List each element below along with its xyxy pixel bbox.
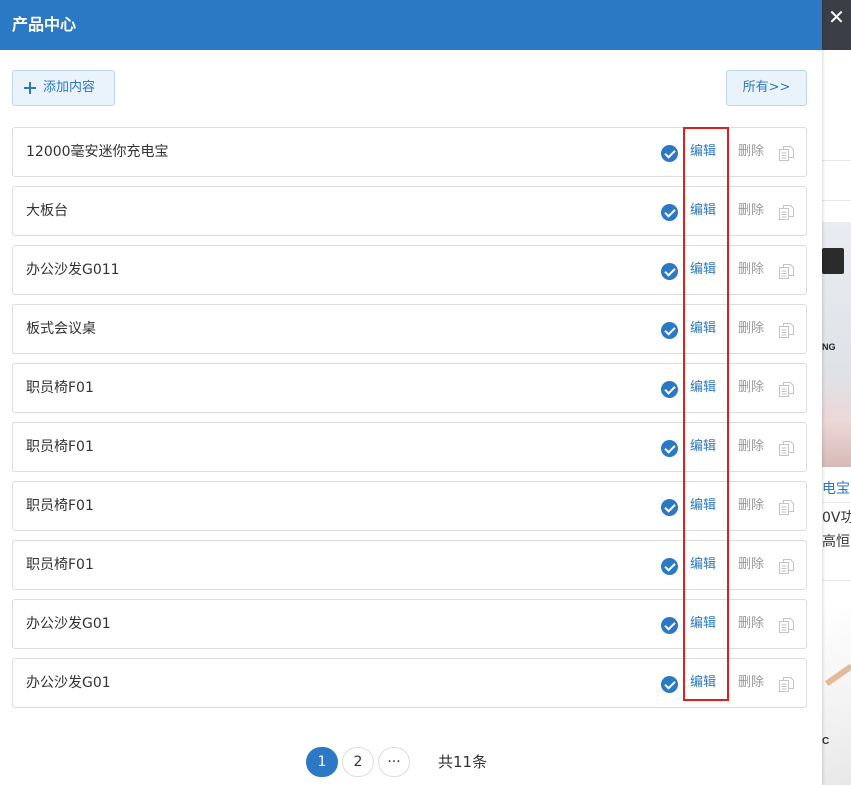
background-divider — [822, 502, 851, 503]
delete-link[interactable]: 删除 — [738, 482, 764, 530]
copy-icon[interactable] — [778, 617, 795, 634]
content-list: 12000毫安迷你充电宝 编辑 删除 大板台 编辑 删除 办公沙发G011 编辑 删除 板式会议桌… — [12, 127, 807, 717]
check-circle-icon — [661, 204, 678, 221]
page-ellipsis-button[interactable]: ··· — [378, 747, 410, 777]
copy-icon[interactable] — [778, 263, 795, 280]
delete-link[interactable]: 删除 — [738, 246, 764, 294]
background-product-image: C — [822, 604, 851, 785]
check-circle-icon — [661, 676, 678, 693]
list-item: 办公沙发G01 编辑 删除 — [12, 658, 807, 708]
list-item-title: 职员椅F01 — [26, 498, 94, 514]
check-circle-icon — [661, 263, 678, 280]
list-item-title: 职员椅F01 — [26, 439, 94, 455]
delete-link[interactable]: 删除 — [738, 187, 764, 235]
edit-link[interactable]: 编辑 — [690, 246, 716, 294]
background-page: ✕ NG 电宝 0V功 高恒 C — [822, 0, 851, 785]
check-circle-icon — [661, 499, 678, 516]
copy-icon[interactable] — [778, 381, 795, 398]
check-circle-icon — [661, 558, 678, 575]
page-button[interactable]: 2 — [342, 747, 374, 777]
add-content-label: 添加内容 — [43, 80, 96, 95]
list-item-title: 办公沙发G01 — [26, 675, 111, 691]
edit-link[interactable]: 编辑 — [690, 541, 716, 589]
list-item: 板式会议桌 编辑 删除 — [12, 304, 807, 354]
product-center-dialog: 产品中心 添加内容 所有>> 12000毫安迷你充电宝 编辑 删除 大板台 编辑 删除 办公… — [0, 0, 822, 785]
delete-link[interactable]: 删除 — [738, 541, 764, 589]
edit-link[interactable]: 编辑 — [690, 364, 716, 412]
product-cable-shape — [824, 663, 851, 687]
copy-icon[interactable] — [778, 499, 795, 516]
edit-link[interactable]: 编辑 — [690, 305, 716, 353]
check-circle-icon — [661, 440, 678, 457]
edit-link[interactable]: 编辑 — [690, 187, 716, 235]
list-item: 职员椅F01 编辑 删除 — [12, 481, 807, 531]
page-button[interactable]: 1 — [306, 747, 338, 777]
background-product-desc: 高恒 — [822, 534, 850, 550]
check-circle-icon — [661, 322, 678, 339]
dialog-header: 产品中心 — [0, 0, 822, 50]
list-item: 办公沙发G011 编辑 删除 — [12, 245, 807, 295]
check-circle-icon — [661, 617, 678, 634]
background-product-title[interactable]: 电宝 — [822, 478, 850, 498]
edit-link[interactable]: 编辑 — [690, 482, 716, 530]
check-circle-icon — [661, 381, 678, 398]
copy-icon[interactable] — [778, 322, 795, 339]
background-divider — [822, 580, 851, 581]
background-product-image: NG — [822, 222, 851, 467]
check-circle-icon — [661, 145, 678, 162]
copy-icon[interactable] — [778, 676, 795, 693]
list-item: 职员椅F01 编辑 删除 — [12, 540, 807, 590]
copy-icon[interactable] — [778, 204, 795, 221]
list-item: 12000毫安迷你充电宝 编辑 删除 — [12, 127, 807, 177]
list-item-title: 12000毫安迷你充电宝 — [26, 144, 169, 160]
dialog-title: 产品中心 — [12, 15, 77, 34]
background-divider — [822, 160, 851, 161]
delete-link[interactable]: 删除 — [738, 659, 764, 707]
total-count: 共11条 — [438, 753, 488, 771]
delete-link[interactable]: 删除 — [738, 423, 764, 471]
list-item-title: 板式会议桌 — [26, 321, 96, 337]
copy-icon[interactable] — [778, 145, 795, 162]
list-item-title: 办公沙发G01 — [26, 616, 111, 632]
list-item-title: 办公沙发G011 — [26, 262, 120, 278]
list-item: 职员椅F01 编辑 删除 — [12, 363, 807, 413]
delete-link[interactable]: 删除 — [738, 364, 764, 412]
product-brand-text: NG — [822, 342, 836, 352]
edit-link[interactable]: 编辑 — [690, 659, 716, 707]
copy-icon[interactable] — [778, 558, 795, 575]
edit-link[interactable]: 编辑 — [690, 600, 716, 648]
delete-link[interactable]: 删除 — [738, 600, 764, 648]
product-box-label: C — [822, 736, 830, 747]
list-item: 办公沙发G01 编辑 删除 — [12, 599, 807, 649]
close-icon[interactable]: ✕ — [822, 2, 851, 32]
add-content-button[interactable]: 添加内容 — [12, 70, 115, 106]
plus-icon — [24, 82, 36, 94]
edit-link[interactable]: 编辑 — [690, 423, 716, 471]
background-divider — [822, 200, 851, 201]
list-item-title: 职员椅F01 — [26, 380, 94, 396]
view-all-button[interactable]: 所有>> — [726, 70, 807, 106]
list-item-title: 大板台 — [26, 203, 68, 219]
list-item-title: 职员椅F01 — [26, 557, 94, 573]
product-screen-shape — [822, 248, 844, 274]
list-item: 大板台 编辑 删除 — [12, 186, 807, 236]
list-item: 职员椅F01 编辑 删除 — [12, 422, 807, 472]
delete-link[interactable]: 删除 — [738, 128, 764, 176]
edit-link[interactable]: 编辑 — [690, 128, 716, 176]
background-product-desc: 0V功 — [822, 510, 851, 526]
delete-link[interactable]: 删除 — [738, 305, 764, 353]
copy-icon[interactable] — [778, 440, 795, 457]
